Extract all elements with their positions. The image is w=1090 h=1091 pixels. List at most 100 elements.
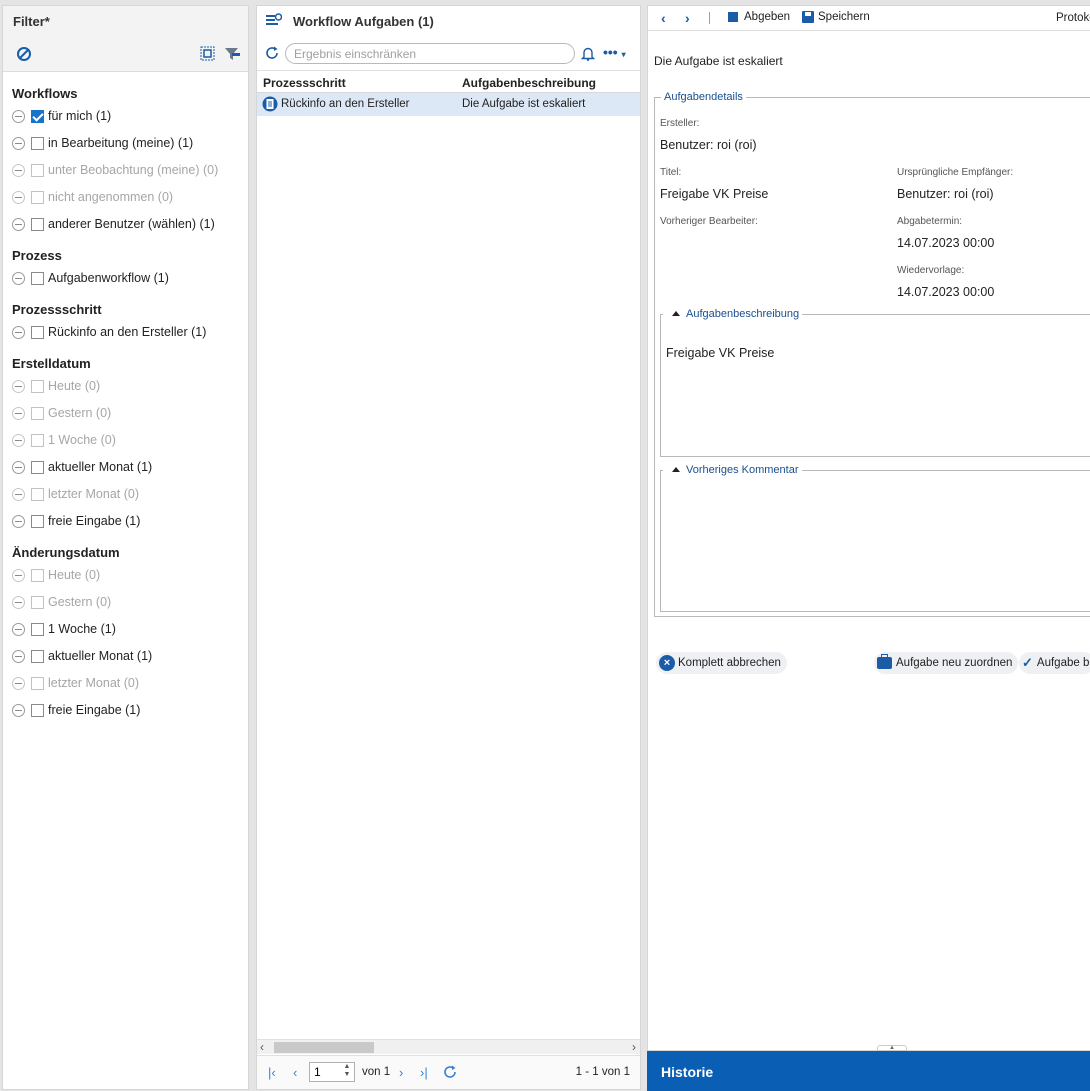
funnel-icon[interactable] [224,46,241,62]
exclude-icon[interactable] [12,487,25,501]
filter-option[interactable]: Heute (0) [12,566,100,584]
filter-checkbox[interactable] [31,163,44,177]
pager-refresh-icon[interactable] [443,1065,457,1079]
filter-checkbox[interactable] [31,622,44,636]
exclude-icon[interactable] [12,217,25,231]
exclude-icon[interactable] [12,460,25,474]
column-header-step[interactable]: Prozessschritt [263,76,346,90]
toolbar-divider [709,12,710,24]
reassign-task-button[interactable]: Aufgabe neu zuordnen [874,652,1019,674]
filter-checkbox[interactable] [31,109,44,123]
filter-option[interactable]: 1 Woche (1) [12,620,116,638]
filter-checkbox[interactable] [31,595,44,609]
filter-option[interactable]: Aufgabenworkflow (1) [12,269,169,287]
exclude-icon[interactable] [12,406,25,420]
filter-option-label: Gestern (0) [48,595,112,609]
filter-checkbox[interactable] [31,460,44,474]
filter-checkbox[interactable] [31,271,44,285]
filter-checkbox[interactable] [31,217,44,231]
filter-option[interactable]: unter Beobachtung (meine) (0) [12,161,218,179]
prev-page-icon[interactable]: ‹ [293,1065,297,1080]
exclude-icon[interactable] [12,676,25,690]
complete-task-button[interactable]: ✓ Aufgabe b [1019,652,1090,674]
filter-checkbox[interactable] [31,649,44,663]
save-label: Speichern [818,11,870,23]
filter-option-label: 1 Woche (0) [48,433,116,447]
filter-option[interactable]: Gestern (0) [12,404,111,422]
scrollbar-thumb[interactable] [274,1042,374,1053]
cancel-all-button[interactable]: × Komplett abbrechen [656,652,787,674]
filter-option[interactable]: in Bearbeitung (meine) (1) [12,134,193,152]
filter-option[interactable]: 1 Woche (0) [12,431,116,449]
last-page-icon[interactable]: ›| [420,1065,428,1080]
back-arrow-icon[interactable]: ‹ [661,10,666,26]
exclude-icon[interactable] [12,568,25,582]
filter-option-label: letzter Monat (0) [48,487,140,501]
exclude-icon[interactable] [12,190,25,204]
more-options-icon[interactable]: ••• ▾ [603,45,633,61]
column-header-description[interactable]: Aufgabenbeschreibung [462,76,596,90]
table-row[interactable]: Rückinfo an den Ersteller Die Aufgabe is… [257,93,640,116]
page-stepper-icon[interactable]: ▲ ▼ [341,1063,353,1081]
filter-option[interactable]: letzter Monat (0) [12,485,139,503]
select-area-icon[interactable] [200,46,215,61]
previous-comment-legend[interactable]: Vorheriges Kommentar [663,464,802,476]
horizontal-scrollbar[interactable]: ‹ › [257,1039,640,1054]
filter-checkbox[interactable] [31,379,44,393]
filter-option[interactable]: freie Eingabe (1) [12,701,140,719]
filter-checkbox[interactable] [31,136,44,150]
exclude-icon[interactable] [12,703,25,717]
exclude-icon[interactable] [12,622,25,636]
save-button[interactable]: Speichern [802,11,870,23]
filter-checkbox[interactable] [31,703,44,717]
exclude-icon[interactable] [12,379,25,393]
filter-option[interactable]: für mich (1) [12,107,111,125]
filter-option-label: Aufgabenworkflow (1) [48,271,169,285]
filter-group-title: Prozessschritt [12,302,102,317]
original-recipient-label: Ursprüngliche Empfänger: [897,167,1014,178]
exclude-icon[interactable] [12,271,25,285]
save-icon [802,11,814,23]
first-page-icon[interactable]: |‹ [268,1065,276,1080]
protocol-button[interactable]: Protoko [1056,12,1090,24]
filter-checkbox[interactable] [31,325,44,339]
bell-icon[interactable] [581,46,595,61]
refresh-icon[interactable] [265,46,279,60]
exclude-icon[interactable] [12,595,25,609]
clear-filter-icon[interactable] [16,46,32,62]
exclude-icon[interactable] [12,649,25,663]
filter-checkbox[interactable] [31,514,44,528]
filter-checkbox[interactable] [31,433,44,447]
filter-option[interactable]: Rückinfo an den Ersteller (1) [12,323,206,341]
filter-group-title: Erstelldatum [12,356,91,371]
filter-checkbox[interactable] [31,676,44,690]
exclude-icon[interactable] [12,325,25,339]
forward-arrow-icon[interactable]: › [685,10,690,26]
filter-checkbox[interactable] [31,406,44,420]
row-description: Die Aufgabe ist eskaliert [462,98,586,110]
exclude-icon[interactable] [12,163,25,177]
filter-option[interactable]: aktueller Monat (1) [12,647,152,665]
exclude-icon[interactable] [12,136,25,150]
filter-checkbox[interactable] [31,190,44,204]
filter-checkbox[interactable] [31,487,44,501]
task-description-legend[interactable]: Aufgabenbeschreibung [663,308,803,320]
exclude-icon[interactable] [12,514,25,528]
search-input[interactable] [285,43,575,64]
filter-option[interactable]: Heute (0) [12,377,100,395]
scroll-left-icon[interactable]: ‹ [260,1040,264,1054]
filter-option[interactable]: aktueller Monat (1) [12,458,152,476]
exclude-icon[interactable] [12,109,25,123]
submit-button[interactable]: Abgeben [728,11,790,23]
next-page-icon[interactable]: › [399,1065,403,1080]
filter-option[interactable]: freie Eingabe (1) [12,512,140,530]
filter-checkbox[interactable] [31,568,44,582]
filter-option[interactable]: Gestern (0) [12,593,111,611]
filter-option[interactable]: letzter Monat (0) [12,674,139,692]
history-bar[interactable]: Historie [647,1051,1090,1091]
resubmission-label: Wiedervorlage: [897,265,965,276]
filter-option[interactable]: anderer Benutzer (wählen) (1) [12,215,215,233]
scroll-right-icon[interactable]: › [632,1040,636,1054]
exclude-icon[interactable] [12,433,25,447]
filter-option[interactable]: nicht angenommen (0) [12,188,173,206]
